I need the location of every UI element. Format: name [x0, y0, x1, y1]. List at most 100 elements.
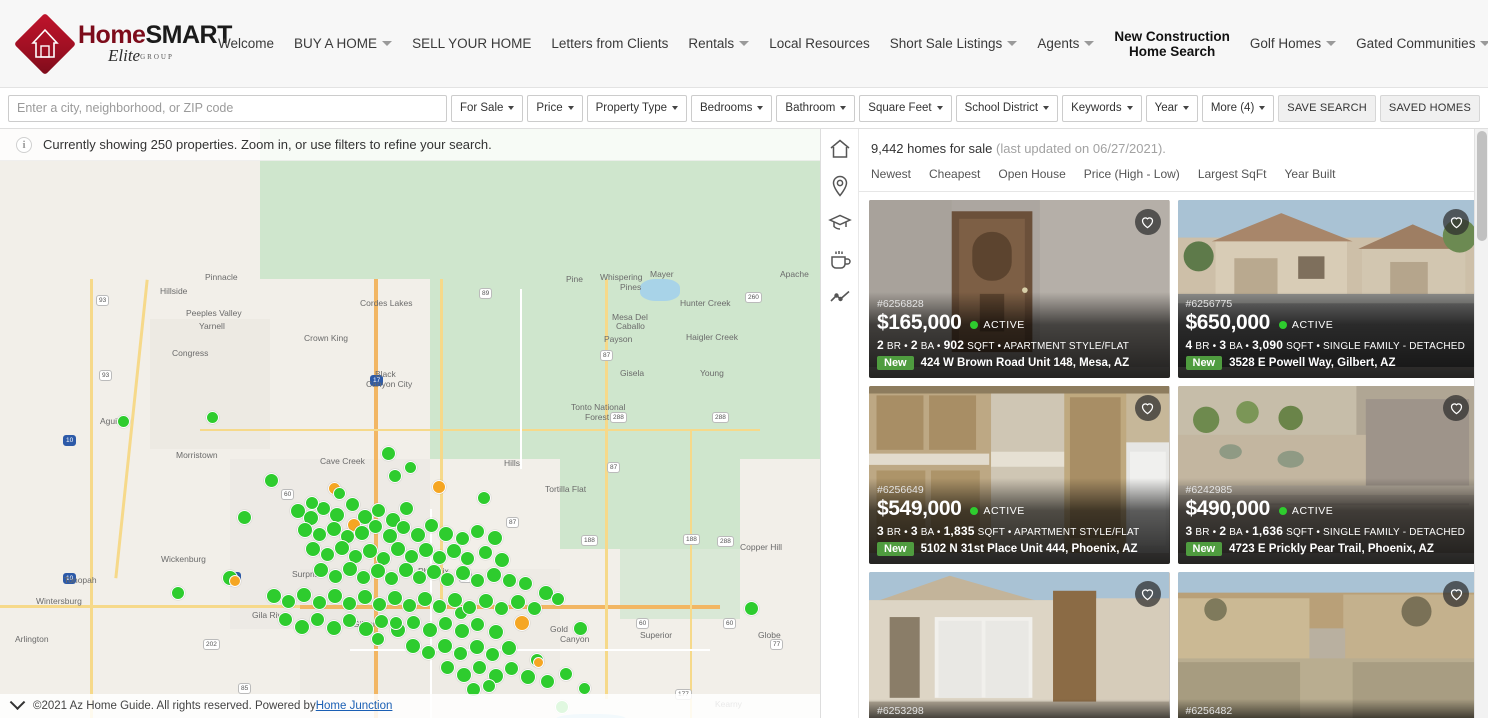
filter-bathroom[interactable]: Bathroom [776, 94, 856, 122]
route-shield: 288 [712, 412, 729, 423]
filter-for-sale[interactable]: For Sale [450, 94, 524, 122]
sort-newest[interactable]: Newest [871, 167, 911, 181]
map-pin-icon[interactable] [828, 174, 852, 198]
filter-property-type[interactable]: Property Type [586, 94, 687, 122]
scrollbar-thumb[interactable] [1477, 131, 1487, 241]
listing-card[interactable]: #6256649 $549,000 ACTIVE 3 BR • 3 BA • 1… [869, 386, 1170, 564]
location-search-input[interactable] [8, 94, 447, 122]
listing-status: ACTIVE [1278, 319, 1334, 331]
listing-card[interactable]: #6256775 $650,000 ACTIVE 4 BR • 3 BA • 3… [1177, 200, 1478, 378]
listing-card[interactable]: #6242985 $490,000 ACTIVE 3 BR • 2 BA • 1… [1177, 386, 1478, 564]
sort-cheapest[interactable]: Cheapest [929, 167, 980, 181]
route-shield: 202 [203, 639, 220, 650]
nav-item-welcome[interactable]: Welcome [208, 30, 284, 57]
favorite-button[interactable] [1134, 395, 1161, 421]
listing-mls: #6242985 [1185, 484, 1233, 496]
map-marker[interactable] [404, 461, 417, 474]
map-marker[interactable] [229, 575, 241, 587]
map-marker[interactable] [333, 487, 346, 500]
listing-sqft: 1,835 [943, 524, 975, 538]
home-icon[interactable] [828, 137, 852, 161]
sort-largest-sqft[interactable]: Largest SqFt [1198, 167, 1267, 181]
map-marker[interactable] [744, 601, 759, 616]
nav-item-new-construction-home-search[interactable]: New Construction Home Search [1104, 23, 1240, 65]
filter-bedrooms[interactable]: Bedrooms [691, 94, 773, 122]
map-marker[interactable] [573, 621, 588, 636]
listing-card[interactable]: #6256482 $429,900 ACTIVE [1177, 572, 1478, 718]
saved-homes-button[interactable]: SAVED HOMES [1379, 94, 1480, 122]
filter-school-district[interactable]: School District [955, 94, 1059, 122]
listings-header: 9,442 homes for sale (last updated on 06… [859, 129, 1488, 156]
site-header: HomeSMART EliteGROUP Welcome BUY A HOME … [0, 0, 1488, 88]
filter-square-feet[interactable]: Square Feet [859, 94, 952, 122]
listings-count: 9,442 homes for sale (last updated on 06… [871, 141, 1472, 156]
status-dot-icon [970, 507, 979, 515]
favorite-button[interactable] [1443, 209, 1469, 235]
caret-down-icon [1182, 106, 1189, 110]
listing-mls: #6253298 [877, 705, 924, 717]
map-marker[interactable] [477, 491, 491, 505]
listing-card[interactable]: #6256828 $165,000 ACTIVE 2 BR • 2 BA • 9… [869, 200, 1170, 378]
listing-address: 5102 N 31st Place Unit 444, Phoenix, AZ [920, 543, 1138, 555]
school-icon[interactable] [827, 211, 852, 235]
nav-item-golf-homes[interactable]: Golf Homes [1240, 30, 1346, 57]
map-marker[interactable] [381, 446, 396, 461]
listings-scrollbar[interactable] [1474, 129, 1488, 718]
logo-tagline: Elite [108, 46, 141, 65]
map-canvas[interactable]: 93 93 17 89 260 87 87 288 288 188 288 87… [0, 129, 820, 718]
listing-card[interactable]: #6253298 $538,000 ACTIVE [869, 572, 1170, 718]
listing-type: APARTMENT STYLE/FLAT [1013, 527, 1140, 538]
map-marker[interactable] [559, 667, 573, 681]
chevron-down-icon[interactable] [9, 693, 26, 710]
property-map[interactable]: 93 93 17 89 260 87 87 288 288 188 288 87… [0, 129, 820, 718]
sort-year-built[interactable]: Year Built [1285, 167, 1336, 181]
map-marker[interactable] [264, 473, 279, 488]
favorite-button[interactable] [1443, 395, 1469, 421]
map-marker[interactable] [432, 480, 446, 494]
sort-price-high-low[interactable]: Price (High - Low) [1084, 167, 1180, 181]
coffee-icon[interactable] [828, 248, 852, 272]
filter-keywords[interactable]: Keywords [1062, 94, 1142, 122]
nav-item-rentals[interactable]: Rentals [678, 30, 759, 57]
filter-price[interactable]: Price [527, 94, 583, 122]
logo-home-text: Home [78, 21, 146, 49]
nav-item-gated-communities[interactable]: Gated Communities [1346, 30, 1488, 57]
caret-down-icon [567, 106, 574, 110]
market-trends-icon[interactable] [828, 285, 852, 309]
favorite-button[interactable] [1134, 209, 1161, 235]
map-marker[interactable] [237, 510, 252, 525]
listing-info: #6253298 $538,000 ACTIVE [869, 699, 1170, 718]
filter-label: Bedrooms [700, 102, 753, 114]
map-marker[interactable] [171, 586, 185, 600]
favorite-button[interactable] [1443, 581, 1469, 607]
filter-label: SAVE SEARCH [1287, 102, 1367, 114]
listing-info: #6242985 $490,000 ACTIVE 3 BR • 2 BA • 1… [1177, 478, 1478, 564]
listings-panel: 9,442 homes for sale (last updated on 06… [820, 129, 1488, 718]
listing-sqft: 3,090 [1252, 338, 1284, 352]
map-marker[interactable] [206, 411, 219, 424]
sort-open-house[interactable]: Open House [998, 167, 1065, 181]
nav-item-agents[interactable]: Agents [1027, 30, 1104, 57]
filter-more[interactable]: More (4) [1201, 94, 1275, 122]
listing-baths-unit: BA [1229, 527, 1243, 538]
map-marker[interactable] [388, 469, 402, 483]
map-marker[interactable] [117, 415, 130, 428]
nav-label: Golf Homes [1249, 36, 1322, 51]
nav-item-local-resources[interactable]: Local Resources [759, 30, 880, 57]
filter-year[interactable]: Year [1145, 94, 1198, 122]
map-marker[interactable] [514, 615, 530, 631]
nav-item-buy-a-home[interactable]: BUY A HOME [284, 30, 402, 57]
save-search-button[interactable]: SAVE SEARCH [1278, 94, 1376, 122]
listing-price: $165,000 [877, 311, 962, 334]
favorite-button[interactable] [1134, 581, 1161, 607]
home-junction-link[interactable]: Home Junction [316, 700, 393, 712]
nav-item-short-sale-listings[interactable]: Short Sale Listings [880, 30, 1028, 57]
site-logo[interactable]: HomeSMART EliteGROUP [13, 12, 232, 75]
nav-item-sell-your-home[interactable]: SELL YOUR HOME [402, 30, 541, 57]
filter-label: Bathroom [785, 102, 836, 114]
nav-label: Letters from Clients [551, 36, 669, 51]
map-marker[interactable] [533, 657, 544, 668]
chevron-down-icon [739, 41, 750, 46]
nav-item-letters-from-clients[interactable]: Letters from Clients [541, 30, 678, 57]
caret-down-icon [1259, 106, 1266, 110]
